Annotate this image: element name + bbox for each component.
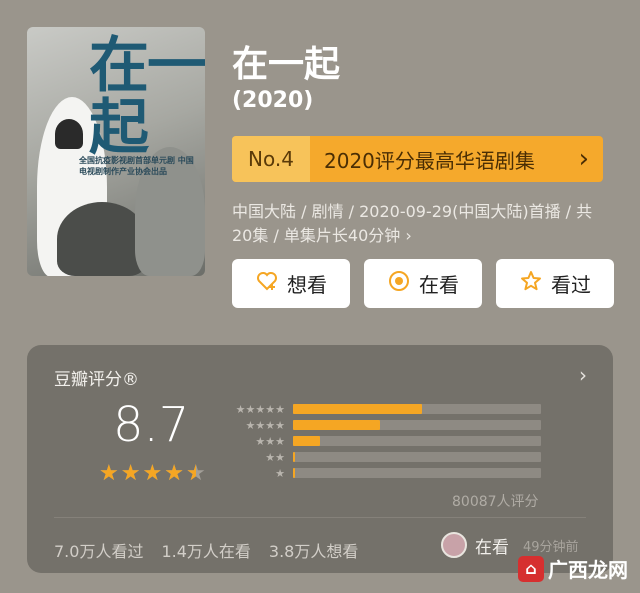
distribution-star-icons: ★ bbox=[275, 466, 285, 480]
distribution-bar-fill bbox=[293, 452, 296, 462]
distribution-bar-track bbox=[293, 468, 541, 478]
distribution-row: ★ ★ ★ ★ ★ bbox=[223, 401, 541, 417]
rating-score: 8.7 bbox=[113, 397, 190, 453]
watched-label: 看过 bbox=[551, 273, 591, 297]
distribution-bar-fill bbox=[293, 420, 380, 430]
rating-card[interactable]: 豆瓣评分® › 8.7 ★★★★★★★★★★ ★★★★★★★★★★★★★★★ 8… bbox=[27, 345, 613, 573]
rating-star-icon: ★★ bbox=[142, 461, 163, 486]
distribution-bar-fill bbox=[293, 468, 296, 478]
watermark: ⌂ 广西龙网 bbox=[518, 554, 628, 583]
poster-title: 在一起 bbox=[89, 31, 205, 163]
poster-figure bbox=[55, 119, 83, 149]
watching-count[interactable]: 1.4万人在看 bbox=[161, 538, 250, 562]
watching-now-label: 在看 bbox=[475, 537, 509, 558]
poster-image[interactable]: 在一起 全国抗疫影视剧首部单元剧 中国电视剧制作产业协会出品 bbox=[27, 27, 205, 276]
star-icon bbox=[519, 269, 543, 298]
action-buttons: 想看 在看 看过 bbox=[232, 259, 614, 308]
rating-star-icon: ★★ bbox=[99, 461, 119, 486]
chevron-right-icon: › bbox=[578, 144, 589, 174]
rating-distribution: ★ ★ ★ ★ ★ ★ ★ ★ ★ ★ ★ ★ ★ ★ ★ bbox=[223, 401, 541, 481]
divider bbox=[54, 517, 586, 518]
distribution-star-icons: ★ ★ ★ bbox=[255, 434, 285, 448]
page-title: 在一起 bbox=[232, 44, 341, 85]
rating-title: 豆瓣评分® bbox=[54, 370, 139, 390]
target-icon bbox=[387, 269, 411, 298]
watching-label: 在看 bbox=[419, 273, 459, 297]
rating-stars: ★★★★★★★★★★ bbox=[99, 463, 206, 485]
distribution-bar-track bbox=[293, 420, 541, 430]
heart-plus-icon bbox=[255, 269, 279, 298]
audience-stats: 7.0万人看过 1.4万人在看 3.8万人想看 bbox=[54, 538, 358, 562]
distribution-bar-track bbox=[293, 452, 541, 462]
want-to-watch-button[interactable]: 想看 bbox=[232, 259, 350, 308]
distribution-row: ★ ★ ★ ★ bbox=[223, 417, 541, 433]
chevron-right-icon[interactable]: › bbox=[579, 363, 587, 387]
watched-count[interactable]: 7.0万人看过 bbox=[54, 538, 143, 562]
distribution-row: ★ bbox=[223, 465, 541, 481]
watching-now-time: 49分钟前 bbox=[523, 539, 579, 555]
want-to-watch-label: 想看 bbox=[287, 273, 327, 297]
watched-button[interactable]: 看过 bbox=[496, 259, 614, 308]
distribution-bar-fill bbox=[293, 436, 321, 446]
distribution-bar-track bbox=[293, 436, 541, 446]
poster-subtitle: 全国抗疫影视剧首部单元剧 中国电视剧制作产业协会出品 bbox=[79, 156, 194, 176]
watermark-text: 广西龙网 bbox=[548, 558, 628, 582]
distribution-star-icons: ★ ★ ★ ★ bbox=[245, 418, 286, 432]
rating-star-icon: ★★ bbox=[185, 461, 206, 486]
meta-info-link[interactable]: 中国大陆 / 剧情 / 2020-09-29(中国大陆)首播 / 共20集 / … bbox=[232, 200, 607, 248]
distribution-row: ★ ★ bbox=[223, 449, 541, 465]
distribution-bar-track bbox=[293, 404, 541, 414]
rating-star-icon: ★★ bbox=[164, 461, 184, 486]
rank-label: 2020评分最高华语剧集 bbox=[324, 148, 535, 173]
rank-text-wrap: 2020评分最高华语剧集 › bbox=[310, 144, 603, 174]
poster-figure bbox=[57, 202, 147, 276]
distribution-bar-fill bbox=[293, 404, 422, 414]
avatar bbox=[441, 532, 467, 558]
rating-star-icon: ★★ bbox=[120, 461, 141, 486]
want-count[interactable]: 3.8万人想看 bbox=[269, 538, 358, 562]
watching-button[interactable]: 在看 bbox=[364, 259, 482, 308]
distribution-row: ★ ★ ★ bbox=[223, 433, 541, 449]
rating-count: 80087人评分 bbox=[452, 494, 539, 510]
release-year: (2020) bbox=[232, 88, 314, 113]
rank-number: No.4 bbox=[232, 136, 310, 182]
distribution-star-icons: ★ ★ bbox=[265, 450, 285, 464]
distribution-star-icons: ★ ★ ★ ★ ★ bbox=[235, 402, 285, 416]
rank-banner[interactable]: No.4 2020评分最高华语剧集 › bbox=[232, 136, 603, 182]
watermark-logo-icon: ⌂ bbox=[518, 555, 544, 582]
